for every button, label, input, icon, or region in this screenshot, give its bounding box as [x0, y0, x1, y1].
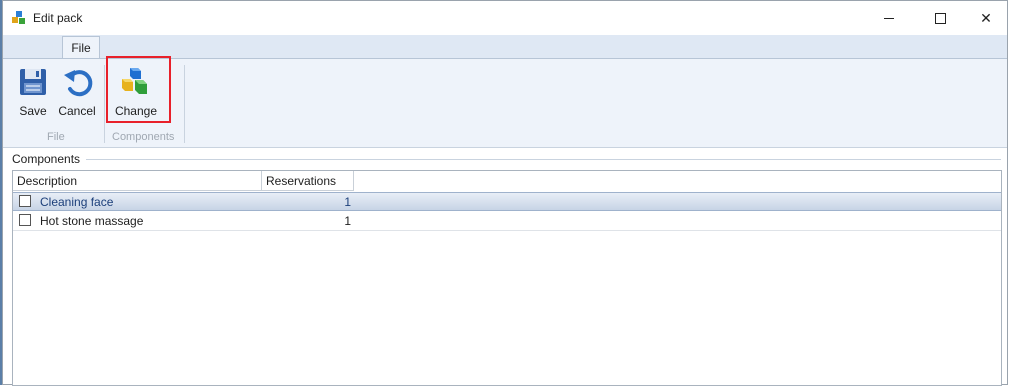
- app-cubes-icon: [12, 11, 25, 24]
- row-reservations: 1: [344, 214, 351, 228]
- row-description: Cleaning face: [40, 195, 114, 209]
- components-grid: Description Reservations Cleaning face 1…: [12, 170, 1002, 386]
- table-row[interactable]: Hot stone massage 1: [13, 212, 1001, 231]
- row-description: Hot stone massage: [40, 214, 144, 228]
- colored-cubes-icon: [122, 68, 147, 94]
- title-bar: Edit pack ✕: [3, 1, 1007, 35]
- save-label: Save: [19, 104, 47, 118]
- minimize-icon: [884, 17, 894, 19]
- section-divider: [86, 159, 1001, 160]
- group-label-file: File: [47, 131, 65, 143]
- components-section-label: Components: [12, 152, 81, 166]
- edit-pack-window: Edit pack ✕ File Save Cancel Change File…: [2, 0, 1008, 386]
- save-button[interactable]: Save: [15, 64, 51, 120]
- maximize-icon: [934, 12, 946, 24]
- group-label-components: Components: [112, 131, 175, 143]
- cancel-button[interactable]: Cancel: [56, 64, 98, 120]
- change-label: Change: [114, 104, 158, 118]
- close-button[interactable]: ✕: [963, 1, 1009, 35]
- minimize-button[interactable]: [866, 1, 912, 35]
- column-header-description[interactable]: Description: [13, 171, 262, 191]
- maximize-button[interactable]: [917, 1, 963, 35]
- grid-header: Description Reservations: [13, 171, 1001, 191]
- row-reservations: 1: [344, 195, 351, 209]
- column-header-reservations[interactable]: Reservations: [262, 171, 354, 191]
- group-separator: [104, 65, 105, 143]
- undo-arrow-icon: [64, 70, 93, 97]
- row-checkbox[interactable]: [19, 195, 31, 207]
- table-row[interactable]: Cleaning face 1: [13, 192, 1001, 211]
- change-button[interactable]: Change: [109, 64, 163, 120]
- tab-file[interactable]: File: [62, 36, 100, 59]
- ribbon-tab-bar: File: [3, 35, 1007, 59]
- floppy-disk-icon: [20, 69, 46, 95]
- ribbon-panel: Save Cancel Change File Components: [3, 56, 1007, 148]
- cancel-label: Cancel: [58, 104, 96, 118]
- row-checkbox[interactable]: [19, 214, 31, 226]
- close-icon: ✕: [980, 9, 992, 26]
- window-title: Edit pack: [33, 11, 83, 25]
- group-separator: [184, 65, 185, 143]
